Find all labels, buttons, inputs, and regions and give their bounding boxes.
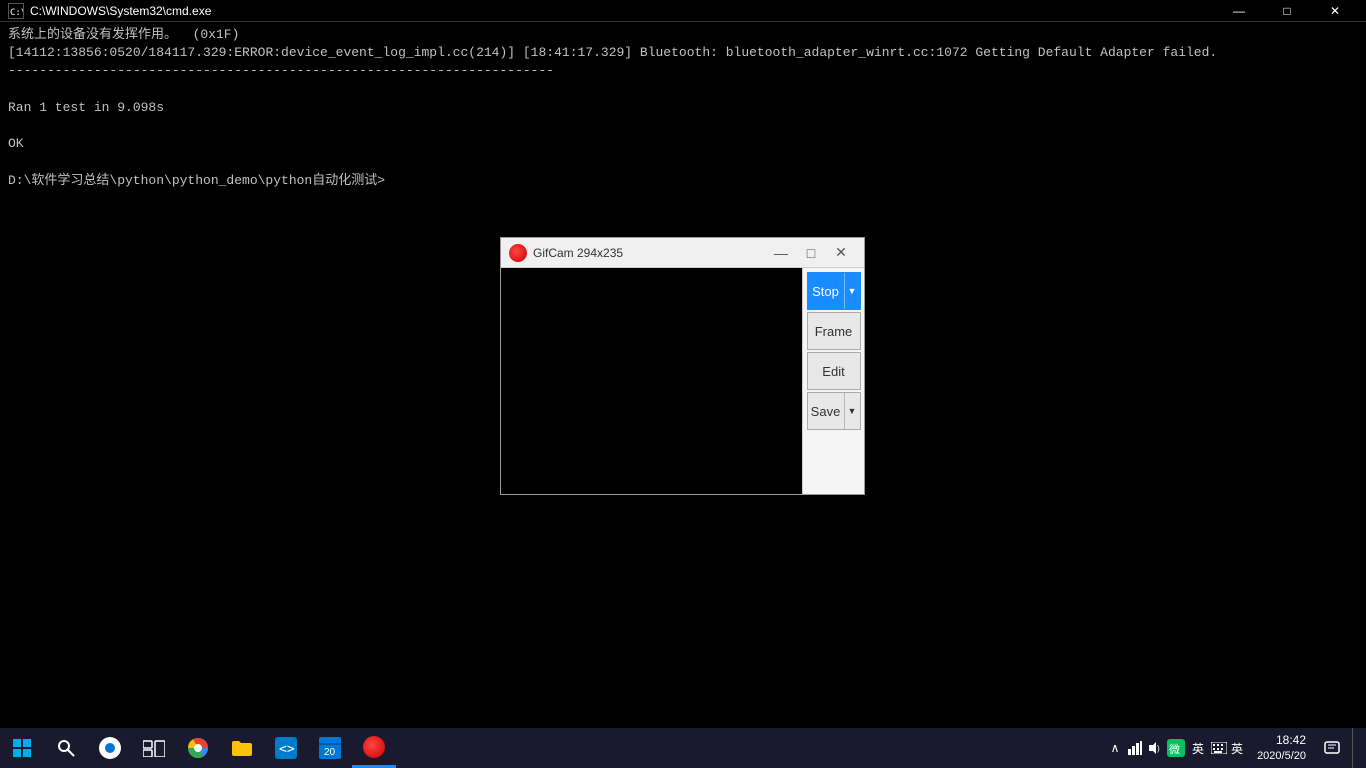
volume-icon[interactable]: ) [1147, 740, 1163, 756]
start-button[interactable] [0, 728, 44, 768]
keyboard-icon[interactable] [1211, 740, 1227, 756]
taskbar: <> 20 ∧ ) [0, 728, 1366, 768]
svg-text:): ) [1157, 744, 1160, 753]
folder-icon [231, 739, 253, 757]
clock-date: 2020/5/20 [1257, 749, 1306, 764]
clock-time: 18:42 [1257, 732, 1306, 749]
chrome-button[interactable] [176, 728, 220, 768]
gifcam-taskbar-icon [363, 736, 385, 758]
wechat-icon[interactable]: 微 [1167, 739, 1185, 757]
vscode-icon: <> [275, 737, 297, 759]
gifcam-taskbar-button[interactable] [352, 728, 396, 768]
input-method-icon[interactable]: 英 [1231, 740, 1247, 756]
cmd-titlebar: C:\ C:\WINDOWS\System32\cmd.exe — □ ✕ [0, 0, 1366, 22]
system-clock[interactable]: 18:42 2020/5/20 [1251, 732, 1312, 764]
cmd-icon: C:\ [8, 3, 24, 19]
cmd-controls: — □ ✕ [1216, 0, 1358, 22]
ime-icon[interactable]: 英 [1189, 740, 1207, 756]
vscode-button[interactable]: <> [264, 728, 308, 768]
svg-text:20: 20 [324, 747, 336, 758]
gifcam-title: GifCam 294x235 [533, 246, 766, 260]
gifcam-window: GifCam 294x235 — □ ✕ Stop ▼ Frame Edit S… [500, 237, 865, 495]
search-icon [57, 739, 75, 757]
gifcam-close-button[interactable]: ✕ [826, 243, 856, 263]
calendar-button[interactable]: 20 [308, 728, 352, 768]
show-desktop-button[interactable] [1352, 728, 1358, 768]
svg-text:微: 微 [1169, 742, 1180, 756]
cmd-title: C:\WINDOWS\System32\cmd.exe [30, 4, 1216, 18]
stop-button-label: Stop [808, 273, 844, 309]
cortana-icon [99, 737, 121, 759]
explorer-button[interactable] [220, 728, 264, 768]
svg-text:<>: <> [279, 742, 295, 757]
system-tray: ∧ ) 微 英 [1107, 728, 1366, 768]
gifcam-titlebar: GifCam 294x235 — □ ✕ [501, 238, 864, 268]
edit-button[interactable]: Edit [807, 352, 861, 390]
save-button-label: Save [808, 393, 844, 429]
gifcam-minimize-button[interactable]: — [766, 243, 796, 263]
search-button[interactable] [44, 728, 88, 768]
gifcam-logo-icon [509, 244, 527, 262]
notification-button[interactable] [1316, 728, 1348, 768]
cmd-maximize-button[interactable]: □ [1264, 0, 1310, 22]
save-button[interactable]: Save ▼ [807, 392, 861, 430]
ime-label: 英 [1192, 740, 1204, 757]
chrome-icon [187, 737, 209, 759]
cmd-minimize-button[interactable]: — [1216, 0, 1262, 22]
stop-button[interactable]: Stop ▼ [807, 272, 861, 310]
gifcam-preview-area [501, 268, 802, 494]
stop-dropdown-arrow[interactable]: ▼ [844, 273, 860, 309]
gifcam-sidebar: Stop ▼ Frame Edit Save ▼ [802, 268, 864, 494]
frame-button[interactable]: Frame [807, 312, 861, 350]
cmd-close-button[interactable]: ✕ [1312, 0, 1358, 22]
gifcam-maximize-button[interactable]: □ [796, 243, 826, 263]
svg-text:英: 英 [1231, 742, 1243, 756]
gifcam-body: Stop ▼ Frame Edit Save ▼ [501, 268, 864, 494]
network-icon[interactable] [1127, 740, 1143, 756]
taskview-icon [143, 739, 165, 757]
save-dropdown-arrow[interactable]: ▼ [844, 393, 860, 429]
windows-icon [13, 739, 31, 757]
calendar-icon: 20 [319, 737, 341, 759]
tray-chevron-button[interactable]: ∧ [1107, 740, 1123, 756]
taskview-button[interactable] [132, 728, 176, 768]
notification-icon [1324, 740, 1340, 756]
svg-text:C:\: C:\ [10, 8, 23, 18]
cortana-button[interactable] [88, 728, 132, 768]
